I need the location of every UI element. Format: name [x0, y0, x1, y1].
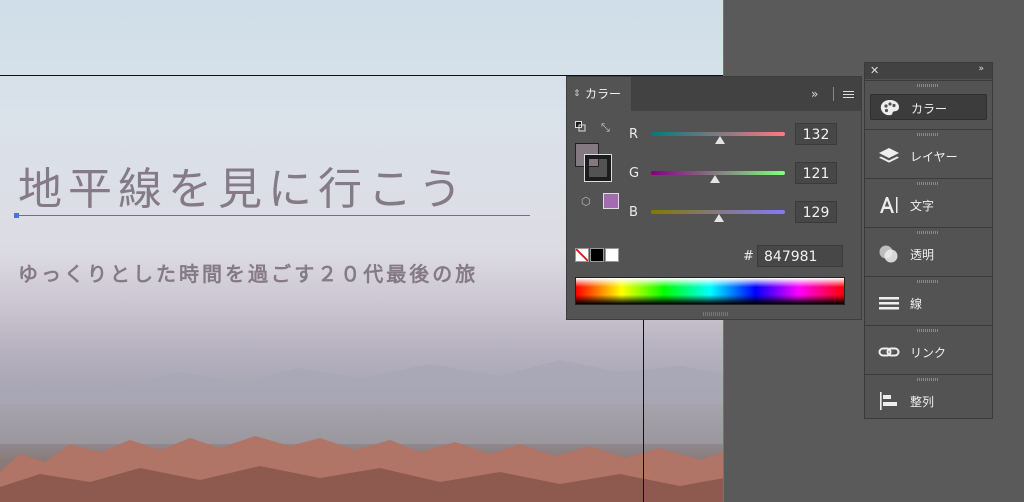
mountain-silhouette — [0, 360, 724, 412]
dock-item-align[interactable]: 整列 — [865, 374, 992, 422]
close-icon[interactable]: ✕ — [870, 64, 879, 77]
dock-grip[interactable] — [917, 182, 939, 185]
dock-header: ✕ » — [865, 63, 992, 79]
double-chevron-icon[interactable]: » — [811, 87, 818, 101]
dock-label-links: リンク — [910, 346, 947, 360]
channel-label-b: B — [629, 205, 638, 220]
dock-item-color[interactable]: カラー — [865, 80, 992, 128]
align-icon — [880, 392, 897, 410]
dock-item-transparency[interactable]: 透明 — [865, 227, 992, 275]
transparency-icon — [879, 245, 898, 263]
dock-item-character[interactable]: 文字 — [865, 178, 992, 226]
layers-icon — [879, 148, 899, 163]
r-value-field[interactable]: 132 — [795, 123, 837, 145]
white-swatch[interactable] — [605, 248, 619, 262]
dock-label-transparency: 透明 — [910, 248, 935, 262]
g-value-field[interactable]: 121 — [795, 162, 837, 184]
dock-button-stroke[interactable]: 線 — [870, 290, 987, 316]
panel-tabbar: ⇕ カラー » — [567, 77, 861, 111]
dock-button-layers[interactable]: レイヤー — [870, 143, 987, 169]
tab-color-label: カラー — [585, 87, 622, 101]
dock-label-stroke: 線 — [910, 297, 923, 311]
expand-dock-icon[interactable]: » — [978, 64, 984, 74]
default-colors-icon[interactable] — [575, 121, 586, 132]
fill-stroke-widget: ⤡ — [573, 117, 621, 181]
hex-input[interactable]: 847981 — [757, 245, 843, 267]
text-anchor-point[interactable] — [14, 213, 19, 218]
palette-icon — [880, 100, 899, 116]
black-swatch[interactable] — [590, 248, 604, 262]
dock-label-character: 文字 — [910, 199, 935, 213]
panel-menu-icon[interactable] — [843, 91, 854, 100]
g-slider-thumb[interactable] — [709, 175, 720, 183]
text-baseline — [16, 215, 530, 216]
dock-label-layers: レイヤー — [910, 150, 958, 164]
dock-button-links[interactable]: リンク — [870, 339, 987, 365]
subheadline-text[interactable]: ゆっくりとした時間を過ごす２０代最後の旅 — [18, 258, 478, 287]
stroke-swatch[interactable] — [585, 155, 611, 181]
dock-label-color: カラー — [911, 102, 948, 116]
dock-button-transparency[interactable]: 透明 — [870, 241, 987, 267]
b-value-field[interactable]: 129 — [795, 201, 837, 223]
dock-item-links[interactable]: リンク — [865, 325, 992, 373]
rock-formations — [0, 436, 724, 502]
tab-color[interactable]: ⇕ カラー — [567, 77, 631, 111]
dock-grip[interactable] — [917, 280, 939, 283]
dock-button-character[interactable]: 文字 — [870, 192, 987, 218]
dock-button-color[interactable]: カラー — [870, 94, 987, 120]
channel-label-r: R — [629, 127, 639, 142]
none-swatch[interactable] — [575, 248, 589, 262]
headline-text[interactable]: 地平線を見に行こう — [18, 162, 468, 218]
channel-label-g: G — [629, 166, 640, 181]
websafe-warning-icon[interactable]: ⬡ — [581, 195, 591, 208]
stroke-icon — [879, 297, 899, 310]
dock-grip[interactable] — [917, 133, 939, 136]
websafe-color-swatch[interactable] — [603, 193, 619, 209]
tab-arrows-icon: ⇕ — [573, 89, 581, 99]
slider-row-b: B 129 — [627, 201, 857, 225]
color-spectrum-bar[interactable] — [575, 277, 845, 305]
r-slider-thumb[interactable] — [715, 136, 726, 144]
tabbar-divider — [833, 87, 834, 101]
dock-label-align: 整列 — [910, 395, 935, 409]
character-icon — [880, 197, 898, 213]
dock-grip[interactable] — [917, 329, 939, 332]
panel-resize-grip[interactable] — [703, 312, 729, 316]
b-slider-thumb[interactable] — [713, 214, 724, 222]
slider-row-g: G 121 — [627, 162, 857, 186]
panel-dock: ✕ » カラー レイヤー 文字 透明 線 リンク 整列 — [864, 62, 993, 419]
dock-grip[interactable] — [917, 378, 939, 381]
dock-item-stroke[interactable]: 線 — [865, 276, 992, 324]
color-panel: ⇕ カラー » ⤡ ⬡ R 132 G 121 B 129 # 847981 — [566, 76, 862, 320]
link-icon — [878, 347, 900, 357]
slider-row-r: R 132 — [627, 123, 857, 147]
dock-grip[interactable] — [917, 231, 939, 234]
dock-button-align[interactable]: 整列 — [870, 388, 987, 414]
dock-grip[interactable] — [917, 84, 939, 87]
hex-hash-label: # — [743, 249, 754, 264]
dock-item-layers[interactable]: レイヤー — [865, 129, 992, 177]
swap-fill-stroke-icon[interactable]: ⤡ — [601, 121, 610, 135]
